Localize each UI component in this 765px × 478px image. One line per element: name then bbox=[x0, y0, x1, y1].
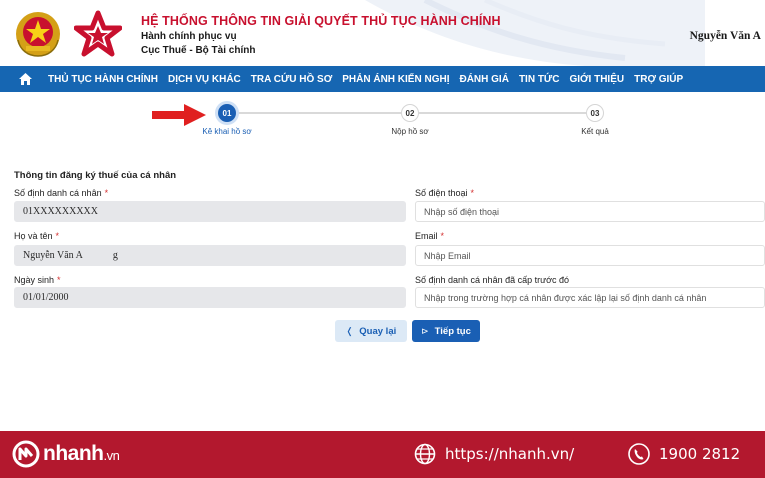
section-title: Thông tin đăng ký thuế của cá nhân bbox=[14, 170, 177, 181]
pointer-arrow-icon bbox=[152, 104, 206, 126]
prev-id-placeholder: Nhập trong trường hợp cá nhân được xác l… bbox=[424, 292, 707, 303]
prev-id-label-text: Số định danh cá nhân đã cấp trước đó bbox=[415, 275, 570, 285]
phone-number: 1900 2812 bbox=[659, 445, 741, 463]
system-subtitle: Hành chính phục vụ bbox=[141, 31, 237, 42]
promo-footer: nhanh.vn https://nhanh.vn/ 1900 2812 bbox=[0, 431, 765, 478]
next-icon: ⊳ bbox=[421, 325, 429, 336]
brand-suffix: .vn bbox=[103, 448, 120, 463]
dob-label-text: Ngày sinh bbox=[14, 275, 55, 285]
step-2-circle[interactable]: 02 bbox=[401, 104, 419, 122]
prev-id-label: Số định danh cá nhân đã cấp trước đó bbox=[415, 275, 569, 285]
footer-phone[interactable]: 1900 2812 bbox=[628, 443, 740, 465]
nav-item-thu-tuc-hanh-chinh[interactable]: THỦ TỤC HÀNH CHÍNH bbox=[48, 74, 158, 85]
step-1-circle[interactable]: 01 bbox=[218, 104, 236, 122]
required-mark: * bbox=[470, 188, 475, 198]
system-title: HỆ THỐNG THÔNG TIN GIẢI QUYẾT THỦ TỤC HÀ… bbox=[141, 14, 501, 28]
nav-item-phan-anh-kien-nghi[interactable]: PHẢN ÁNH KIẾN NGHỊ bbox=[342, 74, 449, 85]
email-label: Email * bbox=[415, 231, 444, 241]
website-url: https://nhanh.vn/ bbox=[445, 445, 575, 463]
nav-item-danh-gia[interactable]: ĐÁNH GIÁ bbox=[459, 74, 508, 85]
step-connector bbox=[236, 112, 401, 114]
agency-name: Cục Thuế - Bộ Tài chính bbox=[141, 45, 256, 56]
id-number-field: 01XXXXXXXXX bbox=[14, 201, 406, 222]
dob-value: 01/01/2000 bbox=[23, 292, 69, 303]
required-mark: * bbox=[440, 231, 445, 241]
back-button[interactable]: ❬ Quay lại bbox=[335, 320, 407, 342]
step-connector bbox=[419, 112, 586, 114]
chevron-left-icon: ❬ bbox=[345, 325, 354, 336]
required-mark: * bbox=[55, 231, 60, 241]
full-name-label: Họ và tên * bbox=[14, 231, 59, 241]
step-2-label: Nộp hồ sơ bbox=[391, 127, 429, 136]
step-1-label: Kê khai hồ sơ bbox=[202, 127, 252, 136]
email-input[interactable]: Nhập Email bbox=[415, 245, 765, 266]
brand-logo: nhanh.vn bbox=[12, 440, 120, 468]
id-number-label: Số định danh cá nhân * bbox=[14, 188, 108, 198]
agency-logo-icon bbox=[74, 10, 122, 57]
nav-item-tra-cuu-ho-so[interactable]: TRA CỨU HỒ SƠ bbox=[251, 74, 332, 85]
dob-label: Ngày sinh * bbox=[14, 275, 61, 285]
progress-stepper: 01 02 03 Kê khai hồ sơ Nộp hồ sơ Kết quả bbox=[0, 96, 765, 156]
full-name-field: Nguyễn Văn A g bbox=[14, 245, 406, 266]
id-number-value: 01XXXXXXXXX bbox=[23, 206, 98, 217]
header-decoration bbox=[365, 0, 705, 66]
next-button[interactable]: ⊳ Tiếp tục bbox=[412, 320, 480, 342]
nhanh-logo-icon bbox=[12, 440, 40, 468]
step-3-circle[interactable]: 03 bbox=[586, 104, 604, 122]
phone-input[interactable]: Nhập số điện thoại bbox=[415, 201, 765, 222]
globe-icon bbox=[414, 443, 436, 465]
phone-placeholder: Nhập số điện thoại bbox=[424, 206, 500, 217]
phone-icon bbox=[628, 443, 650, 465]
back-button-label: Quay lại bbox=[359, 325, 397, 337]
next-button-label: Tiếp tục bbox=[434, 325, 471, 337]
full-name-suffix: g bbox=[112, 250, 118, 261]
home-icon[interactable] bbox=[12, 66, 38, 92]
email-placeholder: Nhập Email bbox=[424, 250, 471, 261]
phone-label: Số điện thoại * bbox=[415, 188, 474, 198]
email-label-text: Email bbox=[415, 231, 438, 241]
site-header: HỆ THỐNG THÔNG TIN GIẢI QUYẾT THỦ TỤC HÀ… bbox=[0, 0, 765, 66]
dob-field: 01/01/2000 bbox=[14, 287, 406, 308]
required-mark: * bbox=[104, 188, 109, 198]
nav-item-dich-vu-khac[interactable]: DỊCH VỤ KHÁC bbox=[168, 74, 241, 85]
nav-item-tro-giup[interactable]: TRỢ GIÚP bbox=[634, 74, 683, 85]
brand-name: nhanh.vn bbox=[43, 442, 120, 466]
full-name-value: Nguyễn Văn A bbox=[23, 250, 83, 261]
prev-id-input[interactable]: Nhập trong trường hợp cá nhân được xác l… bbox=[415, 287, 765, 308]
nav-item-tin-tuc[interactable]: TIN TỨC bbox=[519, 74, 560, 85]
nav-item-gioi-thieu[interactable]: GIỚI THIỆU bbox=[569, 74, 624, 85]
required-mark: * bbox=[57, 275, 61, 285]
footer-website[interactable]: https://nhanh.vn/ bbox=[414, 443, 574, 465]
main-nav: THỦ TỤC HÀNH CHÍNH DỊCH VỤ KHÁC TRA CỨU … bbox=[0, 66, 765, 92]
brand-name-text: nhanh bbox=[43, 442, 104, 465]
national-emblem-icon bbox=[16, 12, 60, 57]
full-name-label-text: Họ và tên bbox=[14, 231, 53, 241]
user-name[interactable]: Nguyễn Văn A bbox=[690, 30, 761, 42]
step-3-label: Kết quả bbox=[581, 127, 609, 136]
phone-label-text: Số điện thoại bbox=[415, 188, 468, 198]
id-number-label-text: Số định danh cá nhân bbox=[14, 188, 102, 198]
